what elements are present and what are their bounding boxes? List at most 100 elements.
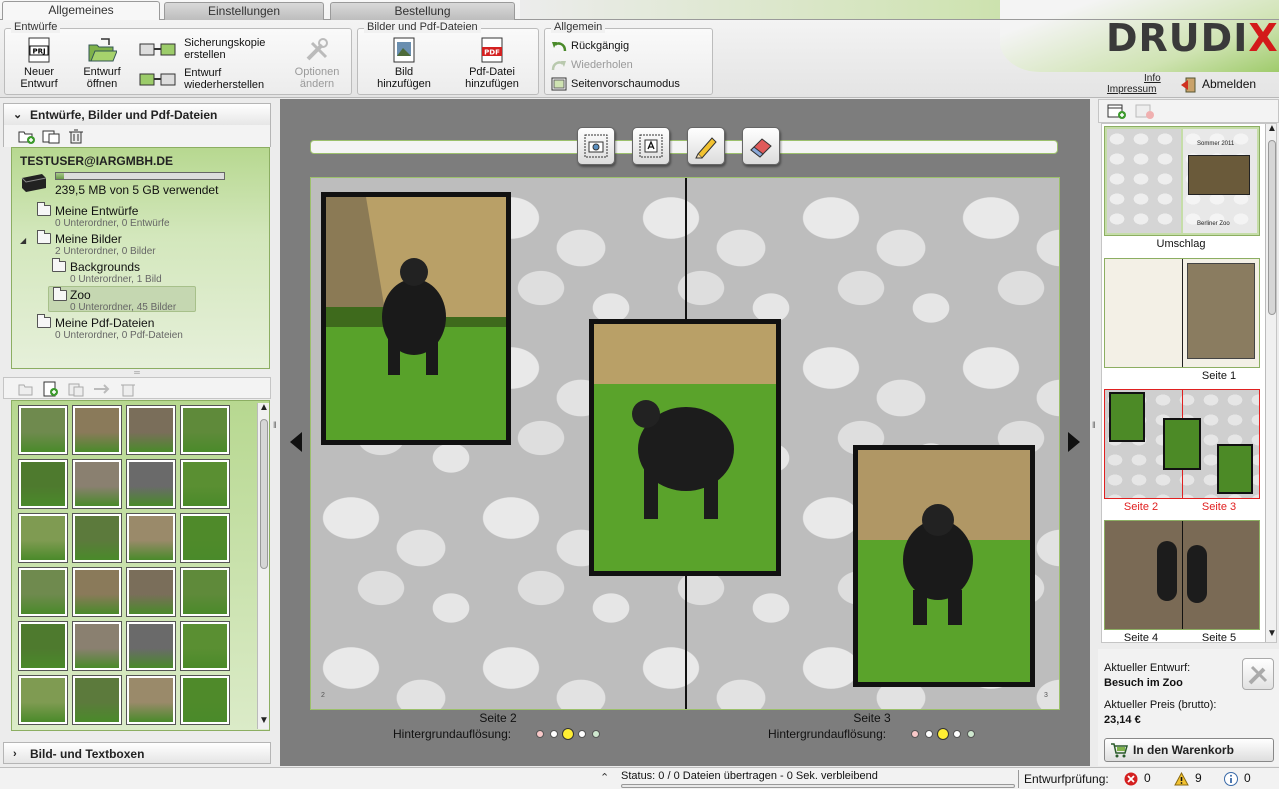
media-panel-header[interactable]: ⌄ Entwürfe, Bilder und Pdf-Dateien: [3, 103, 271, 127]
restore-button[interactable]: Entwurf wiederherstellen: [139, 67, 264, 91]
gallery-thumbnail[interactable]: [180, 675, 230, 725]
page-thumb-4-5[interactable]: [1104, 520, 1260, 630]
gallery-thumbnail[interactable]: [126, 675, 176, 725]
next-page-arrow[interactable]: [1068, 432, 1080, 452]
gallery-thumbnail[interactable]: [126, 567, 176, 617]
right-splitter[interactable]: ‖: [1092, 420, 1096, 430]
gallery-thumbnail[interactable]: [72, 675, 122, 725]
tree-item-bilder[interactable]: Meine Bilder 2 Unterordner, 0 Bilder: [37, 230, 156, 257]
info-link[interactable]: Info: [1144, 73, 1161, 84]
gallery-thumbnail[interactable]: [18, 675, 68, 725]
add-image-button[interactable]: Bild hinzufügen: [368, 37, 440, 90]
gallery-thumbnail[interactable]: [72, 405, 122, 455]
tree-item-zoo[interactable]: Zoo 0 Unterordner, 45 Bilder: [48, 286, 196, 313]
folder-icon: [37, 314, 51, 328]
gallery-thumbnail[interactable]: [180, 405, 230, 455]
gallery-thumbnail[interactable]: [180, 459, 230, 509]
gallery-thumbnail[interactable]: [18, 405, 68, 455]
eraser-icon: [750, 138, 772, 158]
photo-frame-gorilla-1[interactable]: [321, 192, 511, 445]
scroll-up-icon[interactable]: ▲: [259, 402, 269, 413]
tab-allgemeines[interactable]: Allgemeines: [2, 1, 160, 20]
giraffe-photo: [1187, 263, 1255, 359]
gallery-thumbnail[interactable]: [18, 513, 68, 563]
previous-page-arrow[interactable]: [290, 432, 302, 452]
photo-frame-tool[interactable]: [577, 127, 615, 165]
folder-open-icon: [88, 38, 117, 62]
backup-button[interactable]: Sicherungskopie erstellen: [139, 37, 265, 61]
penguin-shape: [1157, 541, 1177, 601]
gallery-thumbnail[interactable]: [180, 621, 230, 671]
redo-button[interactable]: Wiederholen: [551, 58, 633, 72]
panel-splitter[interactable]: ═: [3, 369, 271, 377]
add-image-icon[interactable]: [42, 381, 58, 397]
gallery-thumbnail[interactable]: [18, 567, 68, 617]
move-icon[interactable]: [92, 381, 110, 397]
gallery-thumbnail[interactable]: [180, 513, 230, 563]
gallery-thumbnail[interactable]: [126, 459, 176, 509]
gallery-thumbnail[interactable]: [72, 621, 122, 671]
scroll-down-icon[interactable]: ▼: [1267, 628, 1276, 639]
gallery-thumbnail[interactable]: [126, 513, 176, 563]
tab-bar: Allgemeines Einstellungen Bestellung: [0, 0, 1279, 20]
svg-text:PRJ: PRJ: [32, 48, 45, 56]
tab-bestellung[interactable]: Bestellung: [330, 2, 515, 20]
errors-count[interactable]: 0: [1124, 771, 1151, 786]
new-folder-icon[interactable]: [18, 128, 36, 144]
gallery-thumbnail[interactable]: [126, 621, 176, 671]
scroll-down-icon[interactable]: ▼: [259, 715, 269, 726]
gallery-scrollbar[interactable]: ▲ ▼: [257, 402, 269, 729]
left-splitter[interactable]: ‖: [273, 420, 277, 430]
chevron-down-icon: ⌄: [13, 109, 23, 121]
remove-page-icon[interactable]: [1135, 103, 1155, 120]
new-draft-button[interactable]: PRJ Neuer Entwurf: [13, 37, 65, 90]
gallery-thumbnail[interactable]: [126, 405, 176, 455]
pages-scrollbar[interactable]: ▲ ▼: [1265, 124, 1276, 642]
rename-folder-icon[interactable]: [42, 128, 60, 144]
cart-icon: [1111, 743, 1128, 758]
tab-einstellungen[interactable]: Einstellungen: [164, 2, 324, 20]
thumbnail-image: [75, 570, 119, 614]
photo-frame-gorilla-2[interactable]: [589, 319, 781, 576]
gallery-thumbnail[interactable]: [72, 513, 122, 563]
scroll-up-icon[interactable]: ▲: [1267, 124, 1276, 134]
preview-mode-button[interactable]: Seitenvorschaumodus: [551, 77, 680, 91]
photo-frame-gorilla-3[interactable]: [853, 445, 1035, 687]
open-folder-icon[interactable]: [18, 381, 34, 397]
gallery-thumbnail[interactable]: [18, 621, 68, 671]
pencil-tool[interactable]: [687, 127, 725, 165]
text-frame-tool[interactable]: [632, 127, 670, 165]
expand-up-icon[interactable]: ⌃: [600, 771, 609, 784]
gallery-thumbnail[interactable]: [72, 459, 122, 509]
eraser-tool[interactable]: [742, 127, 780, 165]
tree-item-entwuerfe[interactable]: Meine Entwürfe 0 Unterordner, 0 Entwürfe: [37, 202, 170, 229]
draft-settings-button[interactable]: [1242, 658, 1274, 690]
add-to-cart-button[interactable]: In den Warenkorb: [1104, 738, 1274, 762]
page-thumb-1[interactable]: [1104, 258, 1260, 368]
gallery-thumbnail[interactable]: [18, 459, 68, 509]
add-page-icon[interactable]: [1107, 103, 1127, 120]
zoom-slider[interactable]: [310, 140, 1058, 154]
open-draft-button[interactable]: Entwurf öffnen: [75, 37, 129, 90]
impressum-link[interactable]: Impressum: [1107, 84, 1156, 95]
gallery-thumbnail[interactable]: [72, 567, 122, 617]
image-file-icon: [393, 37, 415, 63]
textbox-panel-header[interactable]: › Bild- und Textboxen: [3, 742, 271, 764]
page-thumb-cover[interactable]: Sommer 2011 Berliner Zoo: [1104, 126, 1260, 236]
gallery-thumbnail[interactable]: [180, 567, 230, 617]
trash-icon[interactable]: [120, 381, 136, 397]
page-thumb-2-3[interactable]: [1104, 389, 1260, 499]
tree-collapse-icon[interactable]: ◢: [20, 236, 26, 245]
price-label: Aktueller Preis (brutto):: [1104, 699, 1217, 711]
trash-icon[interactable]: [68, 128, 84, 144]
add-pdf-button[interactable]: PDF Pdf-Datei hinzufügen: [454, 37, 530, 90]
tree-item-backgrounds[interactable]: Backgrounds 0 Unterordner, 1 Bild: [52, 258, 162, 285]
warnings-count[interactable]: 9: [1174, 771, 1202, 786]
logout-button[interactable]: Abmelden: [1180, 77, 1256, 93]
infos-count[interactable]: 0: [1224, 771, 1251, 786]
tree-item-pdf[interactable]: Meine Pdf-Dateien 0 Unterordner, 0 Pdf-D…: [37, 314, 183, 341]
undo-button[interactable]: Rückgängig: [551, 39, 629, 53]
options-button[interactable]: Optionen ändern: [289, 37, 345, 90]
copy-icon[interactable]: [68, 381, 84, 397]
image-toolbar: [3, 377, 271, 399]
